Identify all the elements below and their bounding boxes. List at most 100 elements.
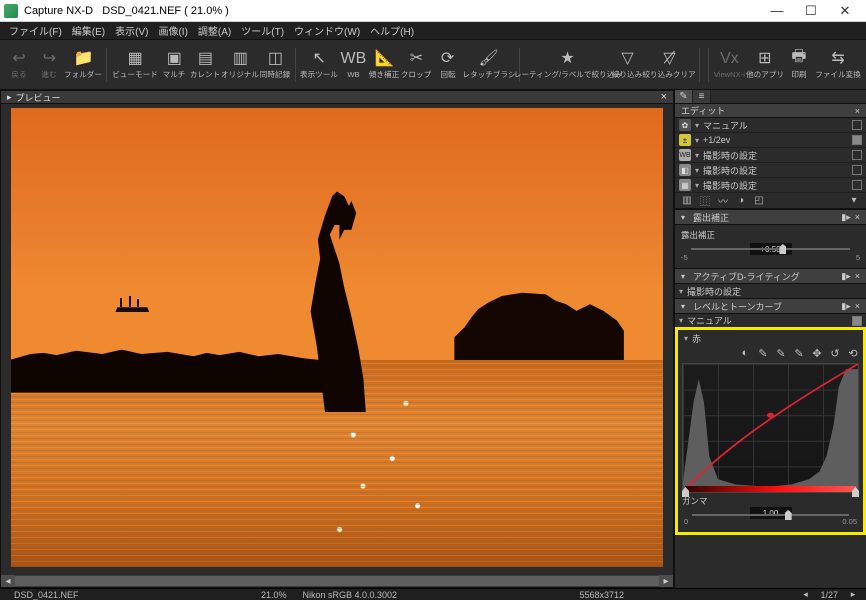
- prev-image-button[interactable]: ◂: [798, 589, 812, 600]
- scroll-thumb[interactable]: [15, 576, 659, 586]
- pin-icon[interactable]: ▮▸: [841, 212, 850, 223]
- gray-point-icon[interactable]: ✎: [775, 347, 787, 359]
- section-close-icon[interactable]: ×: [855, 271, 860, 281]
- crop-icon[interactable]: ◰: [753, 195, 765, 207]
- viewmode-button[interactable]: ▦ビューモード: [111, 43, 159, 87]
- menu-tool[interactable]: ツール(T): [236, 23, 289, 38]
- checkbox[interactable]: [852, 165, 862, 175]
- scroll-right-icon[interactable]: ▸: [659, 575, 673, 587]
- nav-forward-button[interactable]: ↪進む: [34, 43, 64, 87]
- levels-preset[interactable]: ▾ マニュアル: [675, 314, 866, 327]
- apps-icon: ⊞: [756, 49, 774, 67]
- preview-canvas[interactable]: ◂ ▸: [0, 104, 674, 588]
- menu-file[interactable]: ファイル(F): [4, 23, 67, 38]
- checkbox[interactable]: [852, 135, 862, 145]
- section-adl[interactable]: ▾ アクティブD-ライティング ▮▸ ×: [675, 268, 866, 284]
- star-icon: ★: [558, 49, 576, 67]
- status-profile: Nikon sRGB 4.0.0.3002: [295, 590, 406, 600]
- section-levels[interactable]: ▾ レベルとトーンカーブ ▮▸ ×: [675, 298, 866, 314]
- tab-edit[interactable]: ✎: [675, 90, 693, 103]
- multi-icon: ▣: [165, 49, 183, 67]
- histogram-icon[interactable]: ▥: [681, 195, 693, 207]
- wb-tool-button[interactable]: WBWB: [338, 43, 368, 87]
- add-anchor-icon[interactable]: ✥: [811, 347, 823, 359]
- folder-button[interactable]: 📁フォルダー: [64, 43, 102, 87]
- pin-icon[interactable]: ▮▸: [841, 271, 850, 282]
- adj-wb[interactable]: WB ▾ 撮影時の設定: [675, 148, 866, 163]
- crop-button[interactable]: ✂クロップ: [400, 43, 432, 87]
- viewnx-icon: Vx: [720, 50, 738, 68]
- tonecurve-channel[interactable]: ▾ 赤: [680, 332, 861, 345]
- collapse-icon: ▾: [681, 213, 689, 222]
- preview-close-icon[interactable]: ×: [661, 91, 667, 103]
- collapse-icon: ▾: [681, 272, 689, 281]
- scroll-left-icon[interactable]: ◂: [1, 575, 15, 587]
- chevron-down-icon: ▾: [695, 151, 699, 160]
- menu-help[interactable]: ヘルプ(H): [365, 23, 419, 38]
- close-button[interactable]: ✕: [828, 1, 862, 21]
- rating-filter-button[interactable]: ★レーティング/ラベルで絞り込み: [523, 43, 611, 87]
- preview-header[interactable]: ▸ プレビュー ×: [0, 90, 674, 104]
- section-close-icon[interactable]: ×: [855, 301, 860, 311]
- auto-contrast-icon[interactable]: ◐: [739, 347, 751, 359]
- rotate-icon: ⟳: [439, 49, 457, 67]
- menu-edit[interactable]: 編集(E): [67, 23, 110, 38]
- convert-button[interactable]: ⇆ファイル変換: [814, 43, 862, 87]
- tab-meta[interactable]: ≡: [693, 90, 711, 103]
- print-button[interactable]: 🖶印刷: [784, 43, 814, 87]
- rotate-button[interactable]: ⟳回転: [432, 43, 462, 87]
- display-tool-button[interactable]: ↖表示ツール: [300, 43, 338, 87]
- lch-icon[interactable]: ◑: [735, 195, 747, 207]
- curves-icon[interactable]: 〰: [717, 195, 729, 207]
- section-close-icon[interactable]: ×: [855, 212, 860, 222]
- retouch-button[interactable]: 🖌レタッチブラシ: [463, 43, 515, 87]
- menu-view[interactable]: 表示(V): [110, 23, 153, 38]
- tonecurve-graph[interactable]: [682, 363, 859, 493]
- preview-hscroll[interactable]: ◂ ▸: [1, 575, 673, 587]
- multi-button[interactable]: ▣マルチ: [159, 43, 189, 87]
- exposure-icon: ±: [679, 134, 691, 146]
- other-app-button[interactable]: ⊞他のアプリ: [746, 43, 784, 87]
- reset-curve-icon[interactable]: ↺: [829, 347, 841, 359]
- checkbox[interactable]: [852, 150, 862, 160]
- panel-close-icon[interactable]: ×: [855, 106, 860, 116]
- exposure-slider[interactable]: [681, 245, 860, 253]
- adj-noisereduce[interactable]: ▦ ▾ 撮影時の設定: [675, 178, 866, 193]
- maximize-button[interactable]: ☐: [794, 1, 828, 21]
- section-exposure[interactable]: ▾ 露出補正 ▮▸ ×: [675, 209, 866, 225]
- print-icon: 🖶: [790, 49, 808, 67]
- checkbox[interactable]: [852, 180, 862, 190]
- main-area: ▸ プレビュー × ◂ ▸ ✎ ≡ エディット: [0, 90, 866, 588]
- reset-all-icon[interactable]: ⟲: [847, 347, 859, 359]
- nav-back-button[interactable]: ↩戻る: [4, 43, 34, 87]
- white-point-icon[interactable]: ✎: [793, 347, 805, 359]
- black-point-icon[interactable]: ✎: [757, 347, 769, 359]
- adj-preset[interactable]: ✿ ▾ マニュアル: [675, 118, 866, 133]
- current-button[interactable]: ▤カレント: [189, 43, 221, 87]
- checkbox[interactable]: [852, 316, 862, 326]
- adl-value[interactable]: ▾ 撮影時の設定: [675, 284, 866, 298]
- menu-window[interactable]: ウィンドウ(W): [289, 23, 365, 38]
- checkbox[interactable]: [852, 120, 862, 130]
- original-button[interactable]: ▥オリジナル: [221, 43, 259, 87]
- minimize-button[interactable]: —: [760, 1, 794, 21]
- more-icon[interactable]: ▾: [848, 195, 860, 207]
- levels-icon[interactable]: ⿲: [699, 195, 711, 207]
- sync-button[interactable]: ◫同時記録: [259, 43, 291, 87]
- chevron-down-icon: ▾: [695, 121, 699, 130]
- window-buttons: — ☐ ✕: [760, 1, 862, 21]
- filter-button[interactable]: ▽絞り込み: [611, 43, 643, 87]
- adj-exposure[interactable]: ± ▾ +1/2ev: [675, 133, 866, 148]
- menu-image[interactable]: 画像(I): [153, 23, 192, 38]
- tilt-button[interactable]: 📐傾き補正: [368, 43, 400, 87]
- compare-icon: ▥: [231, 49, 249, 67]
- adj-picture-control[interactable]: ◧ ▾ 撮影時の設定: [675, 163, 866, 178]
- chevron-down-icon: ▾: [695, 181, 699, 190]
- menu-bar: ファイル(F) 編集(E) 表示(V) 画像(I) 調整(A) ツール(T) ウ…: [0, 22, 866, 40]
- filter-clear-button[interactable]: ▽̸絞り込みクリア: [643, 43, 695, 87]
- menu-adjust[interactable]: 調整(A): [193, 23, 236, 38]
- pin-icon[interactable]: ▮▸: [841, 301, 850, 312]
- next-image-button[interactable]: ▸: [846, 589, 860, 600]
- viewnx-button[interactable]: VxViewNX-i: [713, 43, 746, 87]
- gamma-slider[interactable]: [682, 511, 859, 519]
